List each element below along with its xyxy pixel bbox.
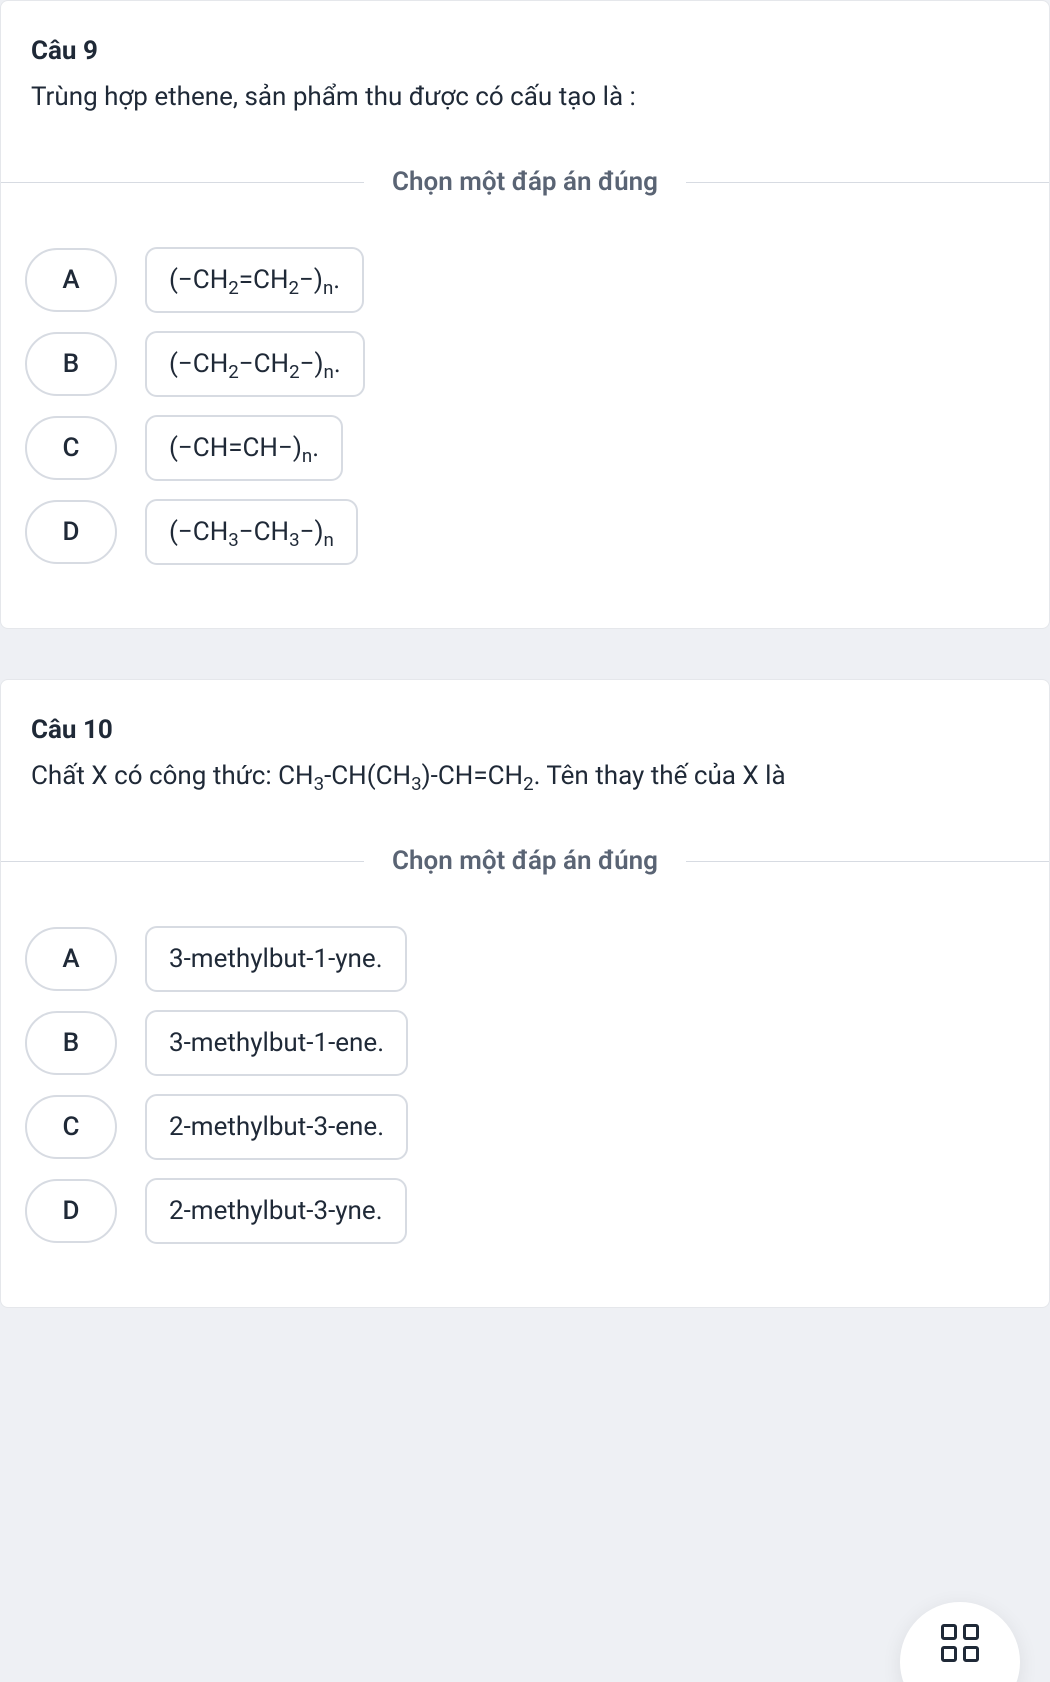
formula-segment: . [312, 433, 319, 463]
option-content-d[interactable]: 2-methylbut-3-yne. [145, 1178, 407, 1244]
divider: Chọn một đáp án đúng [1, 167, 1049, 197]
formula-sub: n [324, 529, 334, 551]
divider-line-left [1, 182, 364, 183]
option-content-c[interactable]: 2-methylbut-3-ene. [145, 1094, 408, 1160]
option-row: C (−CH=CH−)n. [25, 415, 1025, 481]
question-text: Chất X có công thức: CH3-CH(CH3)-CH=CH2.… [31, 757, 1019, 796]
formula-segment: (−CH [169, 349, 228, 379]
options-list: A 3-methylbut-1-yne. B 3-methylbut-1-ene… [1, 926, 1049, 1244]
formula-sub: n [302, 445, 312, 467]
formula-segment: . [333, 265, 340, 295]
formula-sub: 3 [289, 529, 300, 551]
option-letter-b[interactable]: B [25, 332, 117, 396]
formula-segment: −) [300, 349, 324, 379]
option-row: A (−CH2=CH2−)n. [25, 247, 1025, 313]
text-sub: 3 [411, 773, 422, 795]
formula-sub: n [323, 277, 333, 299]
option-row: C 2-methylbut-3-ene. [25, 1094, 1025, 1160]
option-row: D (−CH3−CH3−)n [25, 499, 1025, 565]
text-sub: 3 [314, 773, 325, 795]
formula-segment: . [334, 349, 341, 379]
option-letter-a[interactable]: A [25, 927, 117, 991]
formula-sub: 3 [228, 529, 239, 551]
option-letter-c[interactable]: C [25, 416, 117, 480]
divider-line-right [686, 861, 1049, 862]
option-content-a[interactable]: 3-methylbut-1-yne. [145, 926, 407, 992]
fab-menu-button[interactable] [900, 1602, 1020, 1682]
text-segment: Chất X có công thức: CH [31, 761, 314, 791]
option-letter-b[interactable]: B [25, 1011, 117, 1075]
option-row: D 2-methylbut-3-yne. [25, 1178, 1025, 1244]
option-letter-a[interactable]: A [25, 248, 117, 312]
divider-text: Chọn một đáp án đúng [364, 846, 686, 876]
divider: Chọn một đáp án đúng [1, 846, 1049, 876]
formula-segment: −) [299, 265, 323, 295]
question-header: Câu 9 Trùng hợp ethene, sản phẩm thu đượ… [1, 36, 1049, 117]
formula-sub: n [324, 361, 334, 383]
question-title: Câu 10 [31, 715, 1019, 745]
formula-sub: 2 [228, 277, 239, 299]
text-segment: . Tên thay thế của X là [534, 761, 786, 791]
formula-segment: −) [300, 517, 324, 547]
grid-icon [941, 1624, 979, 1662]
formula-segment: (−CH [169, 265, 228, 295]
text-sub: 2 [523, 773, 534, 795]
formula-sub: 2 [289, 277, 300, 299]
question-text: Trùng hợp ethene, sản phẩm thu được có c… [31, 78, 1019, 117]
formula-sub: 2 [289, 361, 300, 383]
formula-segment: −CH [239, 349, 289, 379]
option-row: A 3-methylbut-1-yne. [25, 926, 1025, 992]
option-content-b[interactable]: 3-methylbut-1-ene. [145, 1010, 408, 1076]
divider-line-left [1, 861, 364, 862]
question-card-10: Câu 10 Chất X có công thức: CH3-CH(CH3)-… [0, 679, 1050, 1308]
formula-segment: (−CH [169, 517, 228, 547]
text-segment: -CH(CH [324, 761, 411, 791]
option-row: B (−CH2−CH2−)n. [25, 331, 1025, 397]
option-content-b[interactable]: (−CH2−CH2−)n. [145, 331, 365, 397]
question-card-9: Câu 9 Trùng hợp ethene, sản phẩm thu đượ… [0, 0, 1050, 629]
text-segment: )-CH=CH [422, 761, 523, 791]
options-list: A (−CH2=CH2−)n. B (−CH2−CH2−)n. C (−CH=C… [1, 247, 1049, 565]
option-row: B 3-methylbut-1-ene. [25, 1010, 1025, 1076]
formula-sub: 2 [228, 361, 239, 383]
question-header: Câu 10 Chất X có công thức: CH3-CH(CH3)-… [1, 715, 1049, 796]
formula-segment: (−CH=CH−) [169, 433, 302, 463]
divider-line-right [686, 182, 1049, 183]
question-title: Câu 9 [31, 36, 1019, 66]
formula-segment: =CH [239, 265, 289, 295]
option-letter-c[interactable]: C [25, 1095, 117, 1159]
option-letter-d[interactable]: D [25, 500, 117, 564]
option-content-d[interactable]: (−CH3−CH3−)n [145, 499, 358, 565]
option-content-c[interactable]: (−CH=CH−)n. [145, 415, 343, 481]
formula-segment: −CH [239, 517, 289, 547]
option-content-a[interactable]: (−CH2=CH2−)n. [145, 247, 364, 313]
option-letter-d[interactable]: D [25, 1179, 117, 1243]
divider-text: Chọn một đáp án đúng [364, 167, 686, 197]
